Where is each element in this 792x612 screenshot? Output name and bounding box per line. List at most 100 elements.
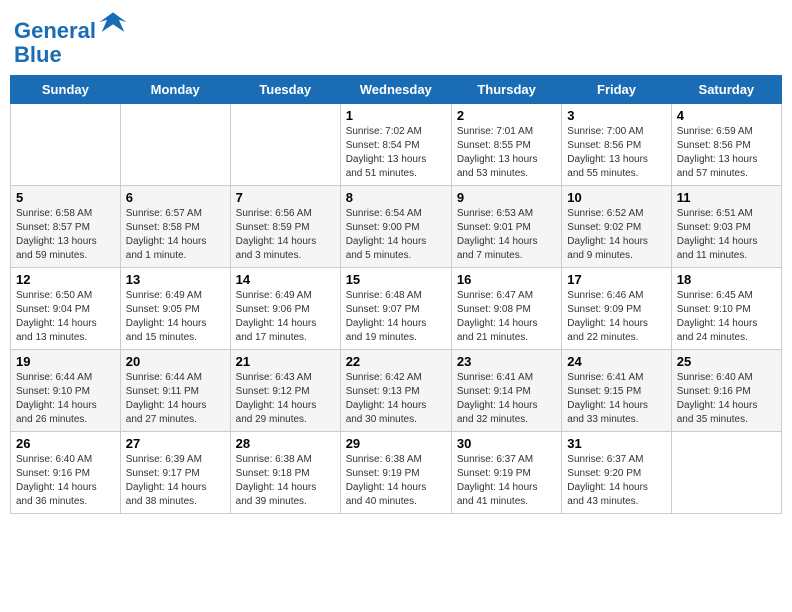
day-number: 23 bbox=[457, 354, 556, 369]
calendar-cell: 1 Sunrise: 7:02 AM Sunset: 8:54 PM Daylig… bbox=[340, 104, 451, 186]
calendar-cell: 7 Sunrise: 6:56 AM Sunset: 8:59 PM Daylig… bbox=[230, 186, 340, 268]
day-number: 19 bbox=[16, 354, 115, 369]
calendar-cell: 2 Sunrise: 7:01 AM Sunset: 8:55 PM Daylig… bbox=[451, 104, 561, 186]
day-of-week-header: Sunday bbox=[11, 76, 121, 104]
logo: General Blue bbox=[14, 10, 128, 67]
calendar-cell: 22 Sunrise: 6:42 AM Sunset: 9:13 PM Dayli… bbox=[340, 350, 451, 432]
calendar-cell: 12 Sunrise: 6:50 AM Sunset: 9:04 PM Dayli… bbox=[11, 268, 121, 350]
day-info: Sunrise: 6:45 AM Sunset: 9:10 PM Dayligh… bbox=[677, 289, 776, 345]
day-number: 25 bbox=[677, 354, 776, 369]
day-number: 27 bbox=[126, 436, 225, 451]
day-info: Sunrise: 6:38 AM Sunset: 9:19 PM Dayligh… bbox=[346, 453, 446, 509]
day-number: 3 bbox=[567, 108, 665, 123]
day-info: Sunrise: 7:01 AM Sunset: 8:55 PM Dayligh… bbox=[457, 125, 556, 181]
day-number: 5 bbox=[16, 190, 115, 205]
day-number: 17 bbox=[567, 272, 665, 287]
day-number: 8 bbox=[346, 190, 446, 205]
day-info: Sunrise: 6:38 AM Sunset: 9:18 PM Dayligh… bbox=[236, 453, 335, 509]
calendar-week-row: 26 Sunrise: 6:40 AM Sunset: 9:16 PM Dayli… bbox=[11, 432, 782, 514]
calendar-cell: 14Sunrise: 6:49 AM Sunset: 9:06 PM Dayli… bbox=[230, 268, 340, 350]
day-info: Sunrise: 6:41 AM Sunset: 9:14 PM Dayligh… bbox=[457, 371, 556, 427]
calendar-cell: 30 Sunrise: 6:37 AM Sunset: 9:19 PM Dayli… bbox=[451, 432, 561, 514]
day-info: Sunrise: 6:49 AM Sunset: 9:06 PM Dayligh… bbox=[236, 289, 335, 345]
day-info: Sunrise: 6:58 AM Sunset: 8:57 PM Dayligh… bbox=[16, 207, 115, 263]
calendar-cell: 17Sunrise: 6:46 AM Sunset: 9:09 PM Dayli… bbox=[562, 268, 671, 350]
calendar-cell: 5 Sunrise: 6:58 AM Sunset: 8:57 PM Daylig… bbox=[11, 186, 121, 268]
day-info: Sunrise: 6:42 AM Sunset: 9:13 PM Dayligh… bbox=[346, 371, 446, 427]
day-info: Sunrise: 7:02 AM Sunset: 8:54 PM Dayligh… bbox=[346, 125, 446, 181]
calendar-week-row: 19 Sunrise: 6:44 AM Sunset: 9:10 PM Dayli… bbox=[11, 350, 782, 432]
calendar-cell: 18 Sunrise: 6:45 AM Sunset: 9:10 PM Dayli… bbox=[671, 268, 781, 350]
calendar-cell: 20 Sunrise: 6:44 AM Sunset: 9:11 PM Dayli… bbox=[120, 350, 230, 432]
day-number: 16 bbox=[457, 272, 556, 287]
calendar-week-row: 1 Sunrise: 7:02 AM Sunset: 8:54 PM Daylig… bbox=[11, 104, 782, 186]
day-of-week-header: Wednesday bbox=[340, 76, 451, 104]
day-number: 7 bbox=[236, 190, 335, 205]
calendar-week-row: 5 Sunrise: 6:58 AM Sunset: 8:57 PM Daylig… bbox=[11, 186, 782, 268]
calendar-cell: 25 Sunrise: 6:40 AM Sunset: 9:16 PM Dayli… bbox=[671, 350, 781, 432]
day-number: 4 bbox=[677, 108, 776, 123]
day-of-week-header: Monday bbox=[120, 76, 230, 104]
calendar-cell: 11 Sunrise: 6:51 AM Sunset: 9:03 PM Dayli… bbox=[671, 186, 781, 268]
day-info: Sunrise: 6:37 AM Sunset: 9:20 PM Dayligh… bbox=[567, 453, 665, 509]
calendar-header-row: SundayMondayTuesdayWednesdayThursdayFrid… bbox=[11, 76, 782, 104]
calendar-cell: 23 Sunrise: 6:41 AM Sunset: 9:14 PM Dayli… bbox=[451, 350, 561, 432]
day-info: Sunrise: 6:44 AM Sunset: 9:11 PM Dayligh… bbox=[126, 371, 225, 427]
logo-bird-icon bbox=[98, 10, 128, 38]
day-info: Sunrise: 6:37 AM Sunset: 9:19 PM Dayligh… bbox=[457, 453, 556, 509]
day-of-week-header: Saturday bbox=[671, 76, 781, 104]
day-info: Sunrise: 6:49 AM Sunset: 9:05 PM Dayligh… bbox=[126, 289, 225, 345]
day-info: Sunrise: 6:50 AM Sunset: 9:04 PM Dayligh… bbox=[16, 289, 115, 345]
calendar-cell: 29 Sunrise: 6:38 AM Sunset: 9:19 PM Dayli… bbox=[340, 432, 451, 514]
day-info: Sunrise: 6:52 AM Sunset: 9:02 PM Dayligh… bbox=[567, 207, 665, 263]
day-number: 20 bbox=[126, 354, 225, 369]
calendar-cell bbox=[11, 104, 121, 186]
calendar-cell: 15Sunrise: 6:48 AM Sunset: 9:07 PM Dayli… bbox=[340, 268, 451, 350]
day-of-week-header: Friday bbox=[562, 76, 671, 104]
day-info: Sunrise: 6:47 AM Sunset: 9:08 PM Dayligh… bbox=[457, 289, 556, 345]
day-info: Sunrise: 6:44 AM Sunset: 9:10 PM Dayligh… bbox=[16, 371, 115, 427]
day-of-week-header: Thursday bbox=[451, 76, 561, 104]
day-info: Sunrise: 6:43 AM Sunset: 9:12 PM Dayligh… bbox=[236, 371, 335, 427]
day-number: 22 bbox=[346, 354, 446, 369]
logo-blue-text: Blue bbox=[14, 43, 128, 67]
day-number: 30 bbox=[457, 436, 556, 451]
day-number: 18 bbox=[677, 272, 776, 287]
calendar-cell: 13 Sunrise: 6:49 AM Sunset: 9:05 PM Dayli… bbox=[120, 268, 230, 350]
day-number: 24 bbox=[567, 354, 665, 369]
day-info: Sunrise: 6:41 AM Sunset: 9:15 PM Dayligh… bbox=[567, 371, 665, 427]
calendar-cell bbox=[671, 432, 781, 514]
calendar-cell: 6Sunrise: 6:57 AM Sunset: 8:58 PM Daylig… bbox=[120, 186, 230, 268]
day-number: 1 bbox=[346, 108, 446, 123]
calendar-week-row: 12 Sunrise: 6:50 AM Sunset: 9:04 PM Dayli… bbox=[11, 268, 782, 350]
day-number: 2 bbox=[457, 108, 556, 123]
day-info: Sunrise: 7:00 AM Sunset: 8:56 PM Dayligh… bbox=[567, 125, 665, 181]
calendar-cell: 31 Sunrise: 6:37 AM Sunset: 9:20 PM Dayli… bbox=[562, 432, 671, 514]
page-header: General Blue bbox=[10, 10, 782, 67]
day-number: 11 bbox=[677, 190, 776, 205]
calendar-cell bbox=[120, 104, 230, 186]
day-number: 12 bbox=[16, 272, 115, 287]
calendar-cell: 10 Sunrise: 6:52 AM Sunset: 9:02 PM Dayli… bbox=[562, 186, 671, 268]
day-number: 26 bbox=[16, 436, 115, 451]
day-info: Sunrise: 6:40 AM Sunset: 9:16 PM Dayligh… bbox=[16, 453, 115, 509]
day-number: 31 bbox=[567, 436, 665, 451]
day-number: 28 bbox=[236, 436, 335, 451]
day-info: Sunrise: 6:48 AM Sunset: 9:07 PM Dayligh… bbox=[346, 289, 446, 345]
day-info: Sunrise: 6:53 AM Sunset: 9:01 PM Dayligh… bbox=[457, 207, 556, 263]
day-number: 29 bbox=[346, 436, 446, 451]
day-info: Sunrise: 6:40 AM Sunset: 9:16 PM Dayligh… bbox=[677, 371, 776, 427]
calendar-cell: 8 Sunrise: 6:54 AM Sunset: 9:00 PM Daylig… bbox=[340, 186, 451, 268]
calendar-table: SundayMondayTuesdayWednesdayThursdayFrid… bbox=[10, 75, 782, 514]
calendar-cell: 4Sunrise: 6:59 AM Sunset: 8:56 PM Daylig… bbox=[671, 104, 781, 186]
day-info: Sunrise: 6:54 AM Sunset: 9:00 PM Dayligh… bbox=[346, 207, 446, 263]
logo-text: General bbox=[14, 10, 128, 43]
day-info: Sunrise: 6:51 AM Sunset: 9:03 PM Dayligh… bbox=[677, 207, 776, 263]
day-info: Sunrise: 6:56 AM Sunset: 8:59 PM Dayligh… bbox=[236, 207, 335, 263]
day-of-week-header: Tuesday bbox=[230, 76, 340, 104]
day-number: 13 bbox=[126, 272, 225, 287]
day-number: 10 bbox=[567, 190, 665, 205]
calendar-cell: 3 Sunrise: 7:00 AM Sunset: 8:56 PM Daylig… bbox=[562, 104, 671, 186]
calendar-cell: 19 Sunrise: 6:44 AM Sunset: 9:10 PM Dayli… bbox=[11, 350, 121, 432]
calendar-cell: 26 Sunrise: 6:40 AM Sunset: 9:16 PM Dayli… bbox=[11, 432, 121, 514]
